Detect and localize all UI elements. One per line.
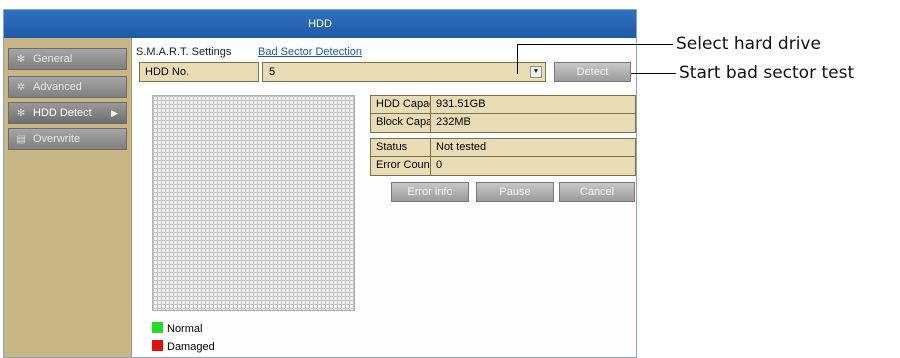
- callout-line-start: [631, 73, 676, 74]
- table-row: HDD Capac... 931.51GB: [371, 96, 635, 114]
- callout-start-bad-sector-test: Start bad sector test: [679, 63, 855, 83]
- legend-normal-label: Normal: [167, 323, 203, 335]
- hdd-window: HDD ✻ General ✲ Advanced ✻ HDD Detect ▶ ▤ Ov…: [3, 9, 637, 358]
- callout-line-select-drop: [517, 44, 518, 74]
- normal-swatch: [152, 322, 163, 333]
- error-count-value: 0: [436, 159, 443, 171]
- table-row: Block Capa... 232MB: [371, 114, 635, 132]
- sidebar-item-advanced[interactable]: ✲ Advanced: [8, 76, 127, 98]
- gear-icon: ✻: [16, 54, 26, 65]
- sidebar-item-label: Overwrite: [33, 133, 81, 145]
- table-row: Status Not tested: [371, 139, 635, 157]
- table-row: Error Count 0: [371, 157, 635, 175]
- error-count-label: Error Count: [371, 157, 431, 175]
- pause-button[interactable]: Pause: [476, 182, 554, 202]
- hdd-number-select[interactable]: 5 ▼: [262, 62, 546, 82]
- detect-button[interactable]: Detect: [554, 62, 631, 82]
- sidebar-item-hdd-detect[interactable]: ✻ HDD Detect ▶: [8, 102, 127, 124]
- callout-line-select: [517, 44, 673, 45]
- block-capacity-value: 232MB: [436, 116, 471, 128]
- sidebar-item-label: Advanced: [33, 81, 82, 93]
- sidebar-item-label: HDD Detect: [33, 107, 92, 119]
- status-value: Not tested: [436, 141, 487, 153]
- sidebar-item-label: General: [33, 53, 73, 65]
- gears-icon: ✲: [16, 82, 26, 93]
- error-info-button[interactable]: Error info: [391, 182, 469, 202]
- chevron-down-icon[interactable]: ▼: [530, 66, 542, 78]
- sidebar: ✻ General ✲ Advanced ✻ HDD Detect ▶ ▤ Overwr…: [4, 38, 132, 357]
- sector-grid-map: [152, 95, 355, 311]
- legend-damaged: Damaged: [152, 340, 215, 353]
- main-panel: S.M.A.R.T. Settings Bad Sector Detection…: [133, 38, 636, 357]
- window-title: HDD: [4, 10, 636, 38]
- sidebar-item-overwrite[interactable]: ▤ Overwrite: [8, 128, 127, 150]
- block-capacity-label: Block Capa...: [371, 114, 431, 132]
- hdd-number-value: 5: [269, 66, 276, 78]
- tab-smart-settings[interactable]: S.M.A.R.T. Settings: [136, 46, 231, 58]
- legend-damaged-label: Damaged: [167, 341, 215, 353]
- legend-normal: Normal: [152, 322, 202, 335]
- damaged-swatch: [152, 340, 163, 351]
- capacity-table: HDD Capac... 931.51GB Block Capa... 232M…: [370, 95, 636, 133]
- hdd-number-label: HDD No.: [139, 62, 259, 82]
- hdd-capacity-value: 931.51GB: [436, 98, 486, 110]
- gear-icon: ✻: [16, 108, 26, 119]
- callout-select-hard-drive: Select hard drive: [676, 34, 821, 54]
- chevron-right-icon: ▶: [111, 108, 118, 118]
- tab-bad-sector-detection[interactable]: Bad Sector Detection: [258, 46, 362, 58]
- sidebar-item-general[interactable]: ✻ General: [8, 48, 127, 70]
- status-label: Status: [371, 139, 431, 156]
- cancel-button[interactable]: Cancel: [559, 182, 635, 202]
- status-table: Status Not tested Error Count 0: [370, 138, 636, 176]
- disk-icon: ▤: [16, 134, 26, 145]
- hdd-capacity-label: HDD Capac...: [371, 96, 431, 113]
